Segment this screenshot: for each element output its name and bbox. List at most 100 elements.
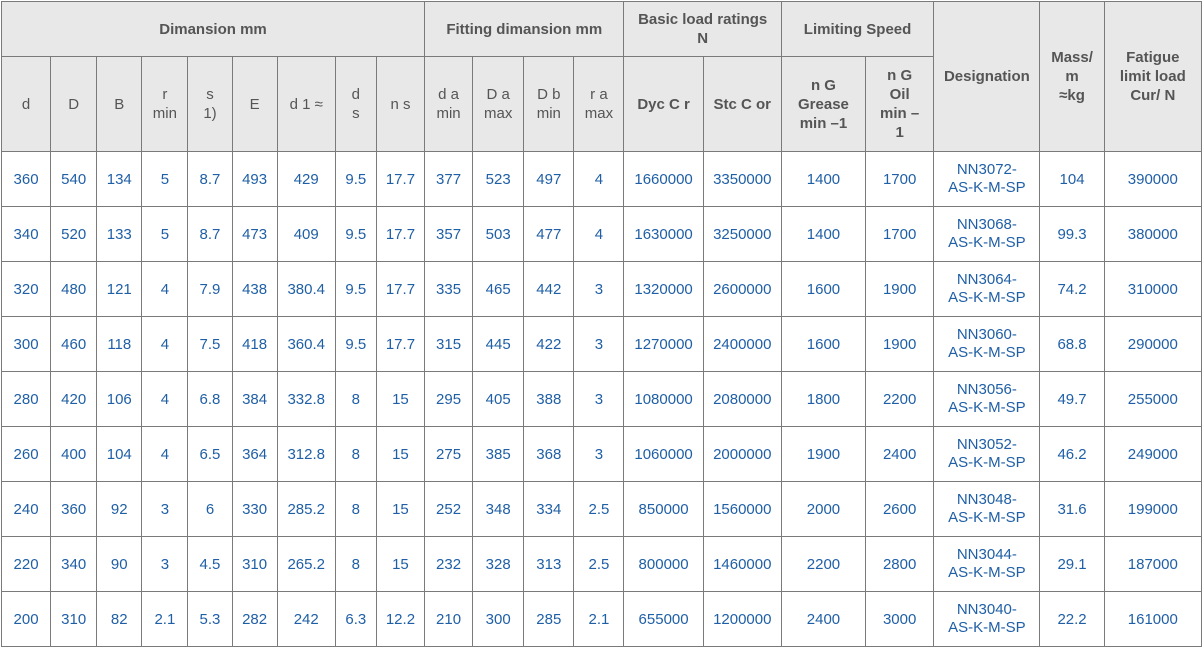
- cell-grease: 1600: [780, 316, 867, 372]
- cell-Db: 285: [523, 591, 575, 647]
- cell-da: 357: [424, 206, 474, 262]
- col-header-oil-speed: n G Oil min – 1: [865, 56, 935, 152]
- designation-line2: AS-K-M-SP: [948, 234, 1026, 251]
- designation-line1: NN3060-: [956, 326, 1017, 343]
- col-header-B: B: [96, 56, 143, 152]
- cell-d: 340: [0, 206, 52, 262]
- cell-d: 300: [0, 316, 52, 372]
- col-header-grease-line3: min –1: [799, 114, 848, 132]
- cell-d1: 332.8: [276, 371, 336, 427]
- cell-fatigue: 380000: [1103, 206, 1202, 262]
- cell-ns: 17.7: [375, 316, 426, 372]
- cell-ds: 9.5: [334, 206, 377, 262]
- cell-da: 275: [424, 426, 474, 482]
- cell-oil: 1900: [865, 316, 935, 372]
- cell-mass: 49.7: [1039, 371, 1105, 427]
- cell-r: 4: [141, 316, 189, 372]
- dimension-group-header: Dimansion mm: [0, 1, 426, 57]
- cell-Db: 368: [523, 426, 575, 482]
- cell-ra: 2.5: [573, 481, 625, 537]
- designation-line2: AS-K-M-SP: [948, 344, 1026, 361]
- designation-line2: AS-K-M-SP: [948, 179, 1026, 196]
- cell-Da: 445: [472, 316, 525, 372]
- cell-ra: 3: [573, 426, 625, 482]
- col-header-static-load: Stc C or: [702, 56, 782, 152]
- cell-Db: 313: [523, 536, 575, 592]
- cell-D: 420: [50, 371, 98, 427]
- cell-d1: 285.2: [276, 481, 336, 537]
- designation-line1: NN3056-: [956, 381, 1017, 398]
- limiting-speed-group-header: Limiting Speed: [780, 1, 935, 57]
- fatigue-header: Fatigue limit load Cur/ N: [1103, 1, 1202, 152]
- cell-r: 3: [141, 481, 189, 537]
- cell-da: 232: [424, 536, 474, 592]
- cell-B: 104: [96, 426, 143, 482]
- cell-mass: 29.1: [1039, 536, 1105, 592]
- cell-oil: 1700: [865, 151, 935, 207]
- table-row: 300 460 118 4 7.5 418 360.4 9.5 17.7 315 445 422 3 12…: [0, 316, 1202, 372]
- cell-cr: 1080000: [623, 371, 704, 427]
- col-header-Da-line2: max: [484, 105, 513, 122]
- col-header-r-min: r min: [141, 56, 189, 152]
- cell-designation: NN3060- AS-K-M-SP: [933, 316, 1041, 372]
- col-header-grease-speed: n G Grease min –1: [780, 56, 867, 152]
- cell-Da: 328: [472, 536, 525, 592]
- col-header-s: s 1): [187, 56, 233, 152]
- cell-B: 133: [96, 206, 143, 262]
- cell-designation: NN3044- AS-K-M-SP: [933, 536, 1041, 592]
- cell-s: 6.8: [187, 371, 233, 427]
- designation-line2: AS-K-M-SP: [948, 454, 1026, 471]
- fitting-group-header: Fitting dimansion mm: [424, 1, 625, 57]
- cell-designation: NN3052- AS-K-M-SP: [933, 426, 1041, 482]
- cell-fatigue: 161000: [1103, 591, 1202, 647]
- cell-d1: 380.4: [276, 261, 336, 317]
- designation-line1: NN3068-: [956, 216, 1017, 233]
- cell-B: 90: [96, 536, 143, 592]
- cell-grease: 1400: [780, 151, 867, 207]
- cell-mass: 99.3: [1039, 206, 1105, 262]
- cell-cr: 800000: [623, 536, 704, 592]
- cell-d: 200: [0, 591, 52, 647]
- load-ratings-group-header: Basic load ratings N: [623, 1, 782, 57]
- cell-d: 220: [0, 536, 52, 592]
- table-row: 340 520 133 5 8.7 473 409 9.5 17.7 357 503 477 4 1630…: [0, 206, 1202, 262]
- cell-cor: 3350000: [702, 151, 782, 207]
- cell-Da: 523: [472, 151, 525, 207]
- cell-B: 134: [96, 151, 143, 207]
- cell-Da: 465: [472, 261, 525, 317]
- cell-oil: 2600: [865, 481, 935, 537]
- cell-da: 315: [424, 316, 474, 372]
- cell-B: 92: [96, 481, 143, 537]
- cell-cor: 1560000: [702, 481, 782, 537]
- cell-d1: 409: [276, 206, 336, 262]
- cell-designation: NN3048- AS-K-M-SP: [933, 481, 1041, 537]
- cell-ds: 9.5: [334, 151, 377, 207]
- cell-E: 418: [231, 316, 278, 372]
- cell-da: 377: [424, 151, 474, 207]
- cell-s: 7.5: [187, 316, 233, 372]
- col-header-d1: d 1 ≈: [276, 56, 336, 152]
- cell-r: 2.1: [141, 591, 189, 647]
- cell-D: 310: [50, 591, 98, 647]
- designation-line1: NN3052-: [956, 436, 1017, 453]
- mass-header-line1: Mass/: [1051, 49, 1093, 66]
- table-row: 200 310 82 2.1 5.3 282 242 6.3 12.2 210 300 285 2.1 6…: [0, 591, 1202, 647]
- cell-Da: 348: [472, 481, 525, 537]
- cell-ns: 17.7: [375, 151, 426, 207]
- col-header-da-line1: d a: [438, 86, 459, 103]
- cell-ds: 8: [334, 481, 377, 537]
- cell-Db: 497: [523, 151, 575, 207]
- cell-ns: 12.2: [375, 591, 426, 647]
- col-header-grease-line1: n G: [810, 76, 836, 94]
- designation-line1: NN3040-: [956, 601, 1017, 618]
- cell-ns: 15: [375, 426, 426, 482]
- cell-s: 6.5: [187, 426, 233, 482]
- cell-D: 340: [50, 536, 98, 592]
- cell-ns: 15: [375, 536, 426, 592]
- cell-d: 280: [0, 371, 52, 427]
- cell-grease: 1800: [780, 371, 867, 427]
- col-header-ra-line1: r a: [590, 86, 608, 103]
- cell-mass: 104: [1039, 151, 1105, 207]
- cell-E: 384: [231, 371, 278, 427]
- cell-Da: 405: [472, 371, 525, 427]
